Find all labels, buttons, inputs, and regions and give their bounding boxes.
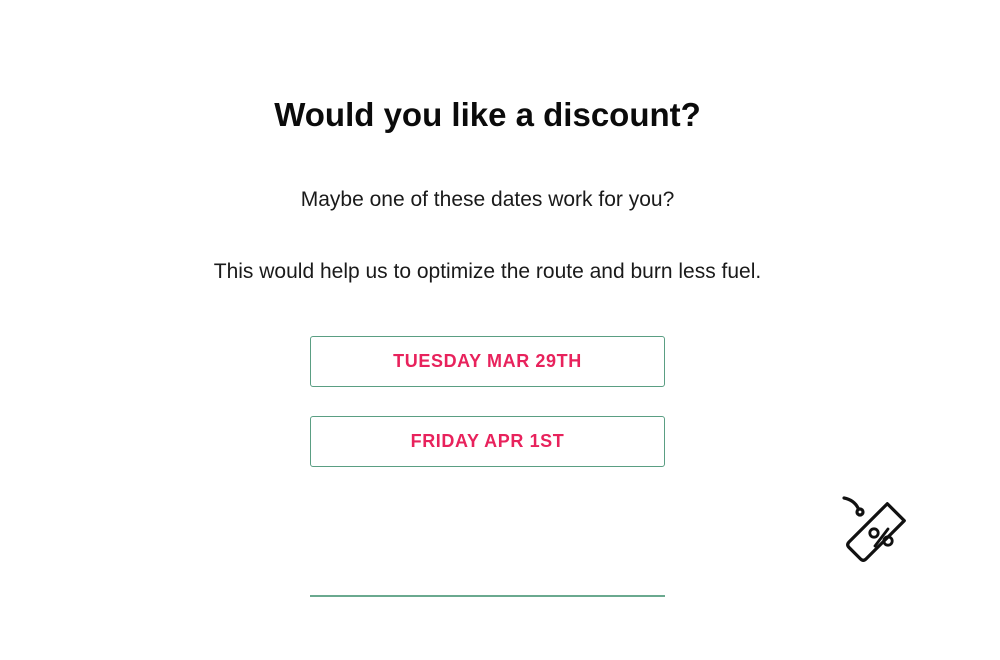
dialog-explanation: This would help us to optimize the route… bbox=[213, 260, 762, 283]
discount-dialog: Would you like a discount? Maybe one of … bbox=[0, 0, 1000, 660]
divider-line bbox=[310, 595, 665, 597]
dialog-title: Would you like a discount? bbox=[274, 96, 701, 133]
discount-tag-icon bbox=[842, 496, 906, 562]
date-option-button-tuesday[interactable]: TUESDAY MAR 29TH bbox=[310, 336, 665, 387]
dialog-subtitle: Maybe one of these dates work for you? bbox=[300, 188, 675, 211]
date-option-button-friday[interactable]: FRIDAY APR 1ST bbox=[310, 416, 665, 467]
